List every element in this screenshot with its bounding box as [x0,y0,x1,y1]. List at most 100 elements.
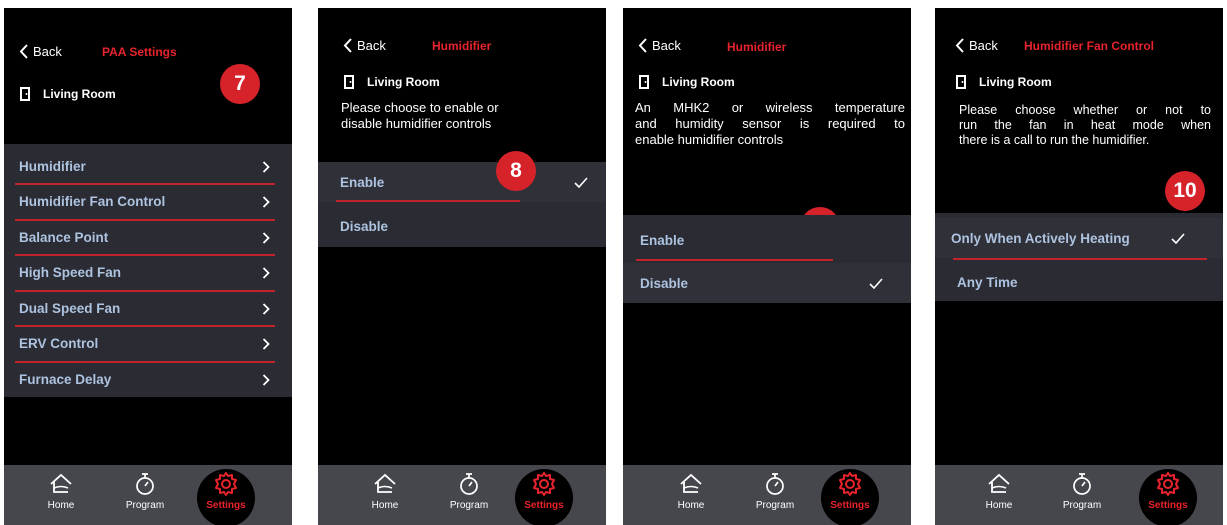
menu-item-label: Humidifier Fan Control [19,194,166,209]
checkmark-icon [1171,233,1185,244]
chevron-right-icon [262,196,270,208]
timer-icon [132,471,158,497]
room-label: Living Room [343,74,440,90]
back-button[interactable]: Back [19,44,62,59]
chevron-left-icon [19,44,29,59]
back-label: Back [33,44,62,59]
description-line: and humidity sensor is required to [635,116,905,131]
room-label: Living Room [19,86,116,102]
option-enable[interactable]: Enable [318,162,606,202]
chevron-right-icon [262,374,270,386]
menu-item-label: Dual Speed Fan [19,301,121,316]
back-label: Back [969,38,998,53]
nav-settings-label: Settings [524,500,564,511]
nav-home-label: Home [371,500,399,511]
room-name: Living Room [367,75,440,89]
menu-item-humidifier[interactable]: Humidifier [4,149,292,184]
screen-paa-settings: Back PAA Settings 7 Living Room Humidifi… [4,8,292,525]
option-label: Any Time [957,274,1018,290]
option-enable[interactable]: Enable [623,220,911,260]
option-any-time[interactable]: Any Time [935,263,1223,301]
bottom-nav: Home Program Settings [318,465,606,525]
menu-item-balance-point[interactable]: Balance Point [4,220,292,255]
nav-program[interactable]: Program [740,471,810,511]
timer-icon [762,471,788,497]
step-badge: 7 [220,64,260,104]
nav-settings[interactable]: Settings [1133,471,1203,511]
nav-program-label: Program [755,500,795,511]
option-only-when-actively-heating[interactable]: Only When Actively Heating [935,218,1223,258]
description-line: there is a call to run the humidifier. [959,133,1150,147]
screen-humidifier-fan-control: Back Humidifier Fan Control Living Room … [935,8,1223,525]
nav-program[interactable]: Program [110,471,180,511]
nav-settings-label: Settings [1148,500,1188,511]
door-icon [955,74,969,90]
option-disable[interactable]: Disable [318,206,606,246]
checkmark-icon [869,278,883,289]
back-label: Back [357,38,386,53]
option-disable[interactable]: Disable [623,263,911,303]
menu-item-high-speed-fan[interactable]: High Speed Fan [4,255,292,290]
description-line: disable humidifier controls [341,116,492,131]
nav-home[interactable]: Home [656,471,726,511]
nav-program-label: Program [1062,500,1102,511]
option-label: Enable [640,232,685,248]
home-icon [48,471,74,497]
timer-icon [456,471,482,497]
chevron-right-icon [262,338,270,350]
description: An MHK2 or wireless temperature and humi… [635,100,905,148]
menu-item-label: ERV Control [19,336,99,351]
nav-settings[interactable]: Settings [191,471,261,511]
gear-icon [1155,471,1181,497]
nav-settings-label: Settings [206,500,246,511]
nav-program-label: Program [125,500,165,511]
page-title: Humidifier Fan Control [1024,39,1154,53]
door-icon [343,74,357,90]
bottom-nav: Home Program Settings [4,465,292,525]
room-name: Living Room [43,87,116,101]
door-icon [638,74,652,90]
nav-home[interactable]: Home [26,471,96,511]
menu-item-dual-speed-fan[interactable]: Dual Speed Fan [4,291,292,326]
nav-settings[interactable]: Settings [509,471,579,511]
page-title: PAA Settings [102,45,177,59]
description: Please choose to enable or disable humid… [341,100,499,132]
menu-item-label: Balance Point [19,230,109,245]
option-list: Only When Actively Heating Any Time [935,213,1223,301]
back-button[interactable]: Back [955,38,998,53]
chevron-left-icon [343,38,353,53]
option-list: Enable Disable [623,215,911,303]
gear-icon [837,471,863,497]
option-list: Enable Disable [318,162,606,247]
gear-icon [531,471,557,497]
menu-item-label: High Speed Fan [19,265,122,280]
chevron-right-icon [262,267,270,279]
chevron-right-icon [262,303,270,315]
nav-program[interactable]: Program [1047,471,1117,511]
screen-humidifier-sensor-required: Back Humidifier Living Room An MHK2 or w… [623,8,911,525]
room-name: Living Room [662,75,735,89]
description-line: An MHK2 or wireless temperature [635,100,905,115]
page-title: Humidifier [432,39,492,53]
back-button[interactable]: Back [638,38,681,53]
bottom-nav: Home Program Settings [623,465,911,525]
step-badge: 8 [496,151,536,191]
menu-item-humidifier-fan-control[interactable]: Humidifier Fan Control [4,184,292,219]
nav-settings[interactable]: Settings [815,471,885,511]
nav-home[interactable]: Home [350,471,420,511]
menu-item-furnace-delay[interactable]: Furnace Delay [4,362,292,397]
description-line: Please choose to enable or [341,100,499,115]
room-name: Living Room [979,75,1052,89]
nav-program[interactable]: Program [434,471,504,511]
menu-item-erv-control[interactable]: ERV Control [4,326,292,361]
nav-program-label: Program [449,500,489,511]
option-label: Disable [640,275,689,291]
nav-home[interactable]: Home [964,471,1034,511]
room-label: Living Room [955,74,1052,90]
back-label: Back [652,38,681,53]
menu-item-label: Humidifier [19,159,86,174]
menu-item-label: Furnace Delay [19,372,112,387]
door-icon [19,86,33,102]
timer-icon [1069,471,1095,497]
back-button[interactable]: Back [343,38,386,53]
